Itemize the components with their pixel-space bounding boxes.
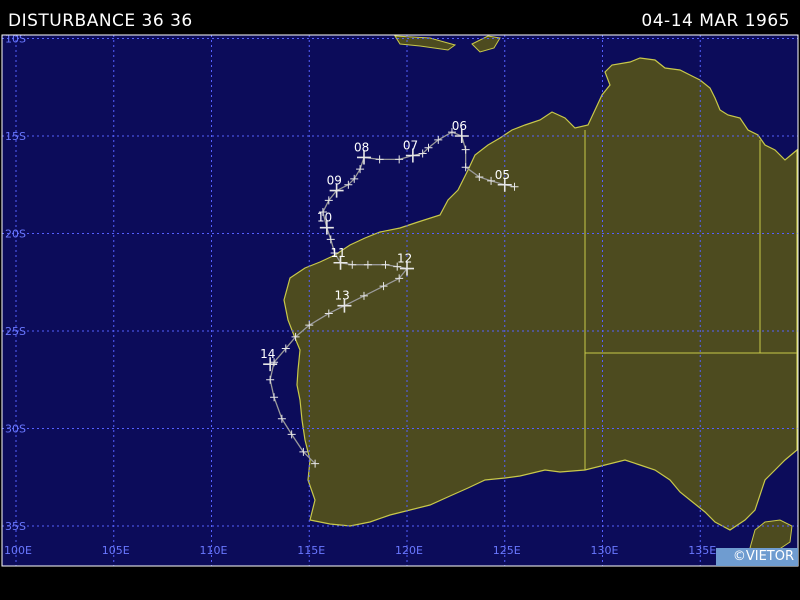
day-label: 11: [331, 246, 346, 260]
day-label: 07: [403, 139, 418, 153]
day-label: 08: [354, 140, 369, 154]
lon-label: 105E: [102, 544, 130, 557]
lon-label: 130E: [591, 544, 619, 557]
lat-label: 10S: [5, 33, 26, 46]
lon-label: 120E: [395, 544, 423, 557]
lon-label: 125E: [493, 544, 521, 557]
map-canvas: 10S 15S 20S 25S 30S 35S 100E 105E 110E 115E 120E 12…: [1, 33, 799, 567]
lat-label: 25S: [5, 325, 26, 338]
lon-label: 115E: [297, 544, 325, 557]
day-label: 06: [452, 119, 467, 133]
day-label: 09: [327, 174, 342, 188]
lon-label: 110E: [200, 544, 228, 557]
lat-label: 15S: [5, 130, 26, 143]
day-label: 14: [260, 347, 275, 361]
day-label: 05: [495, 168, 510, 182]
credit-badge: ©VIETOR: [716, 548, 798, 566]
lat-label: 20S: [5, 228, 26, 241]
day-label: 13: [334, 289, 349, 303]
lon-label: 135E: [688, 544, 716, 557]
day-label: 10: [317, 211, 332, 225]
lon-label: 100E: [4, 544, 32, 557]
lat-label: 30S: [5, 423, 26, 436]
lat-label: 35S: [5, 520, 26, 533]
day-label: 12: [397, 252, 412, 266]
